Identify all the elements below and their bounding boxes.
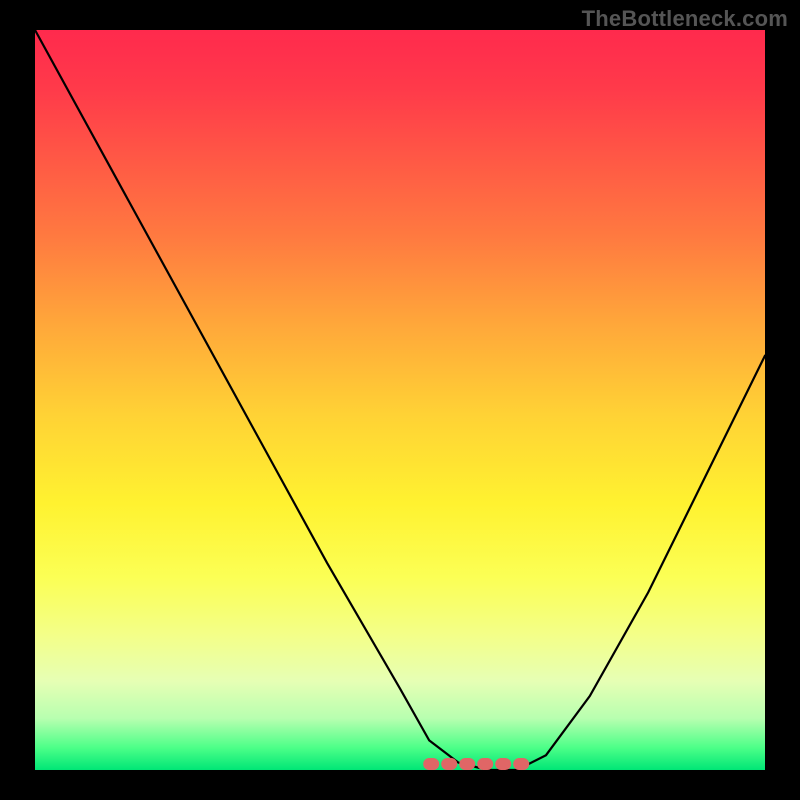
chart-svg — [35, 30, 765, 770]
chart-plot-area — [35, 30, 765, 770]
bottleneck-curve-line — [35, 30, 765, 770]
watermark-text: TheBottleneck.com — [582, 6, 788, 32]
